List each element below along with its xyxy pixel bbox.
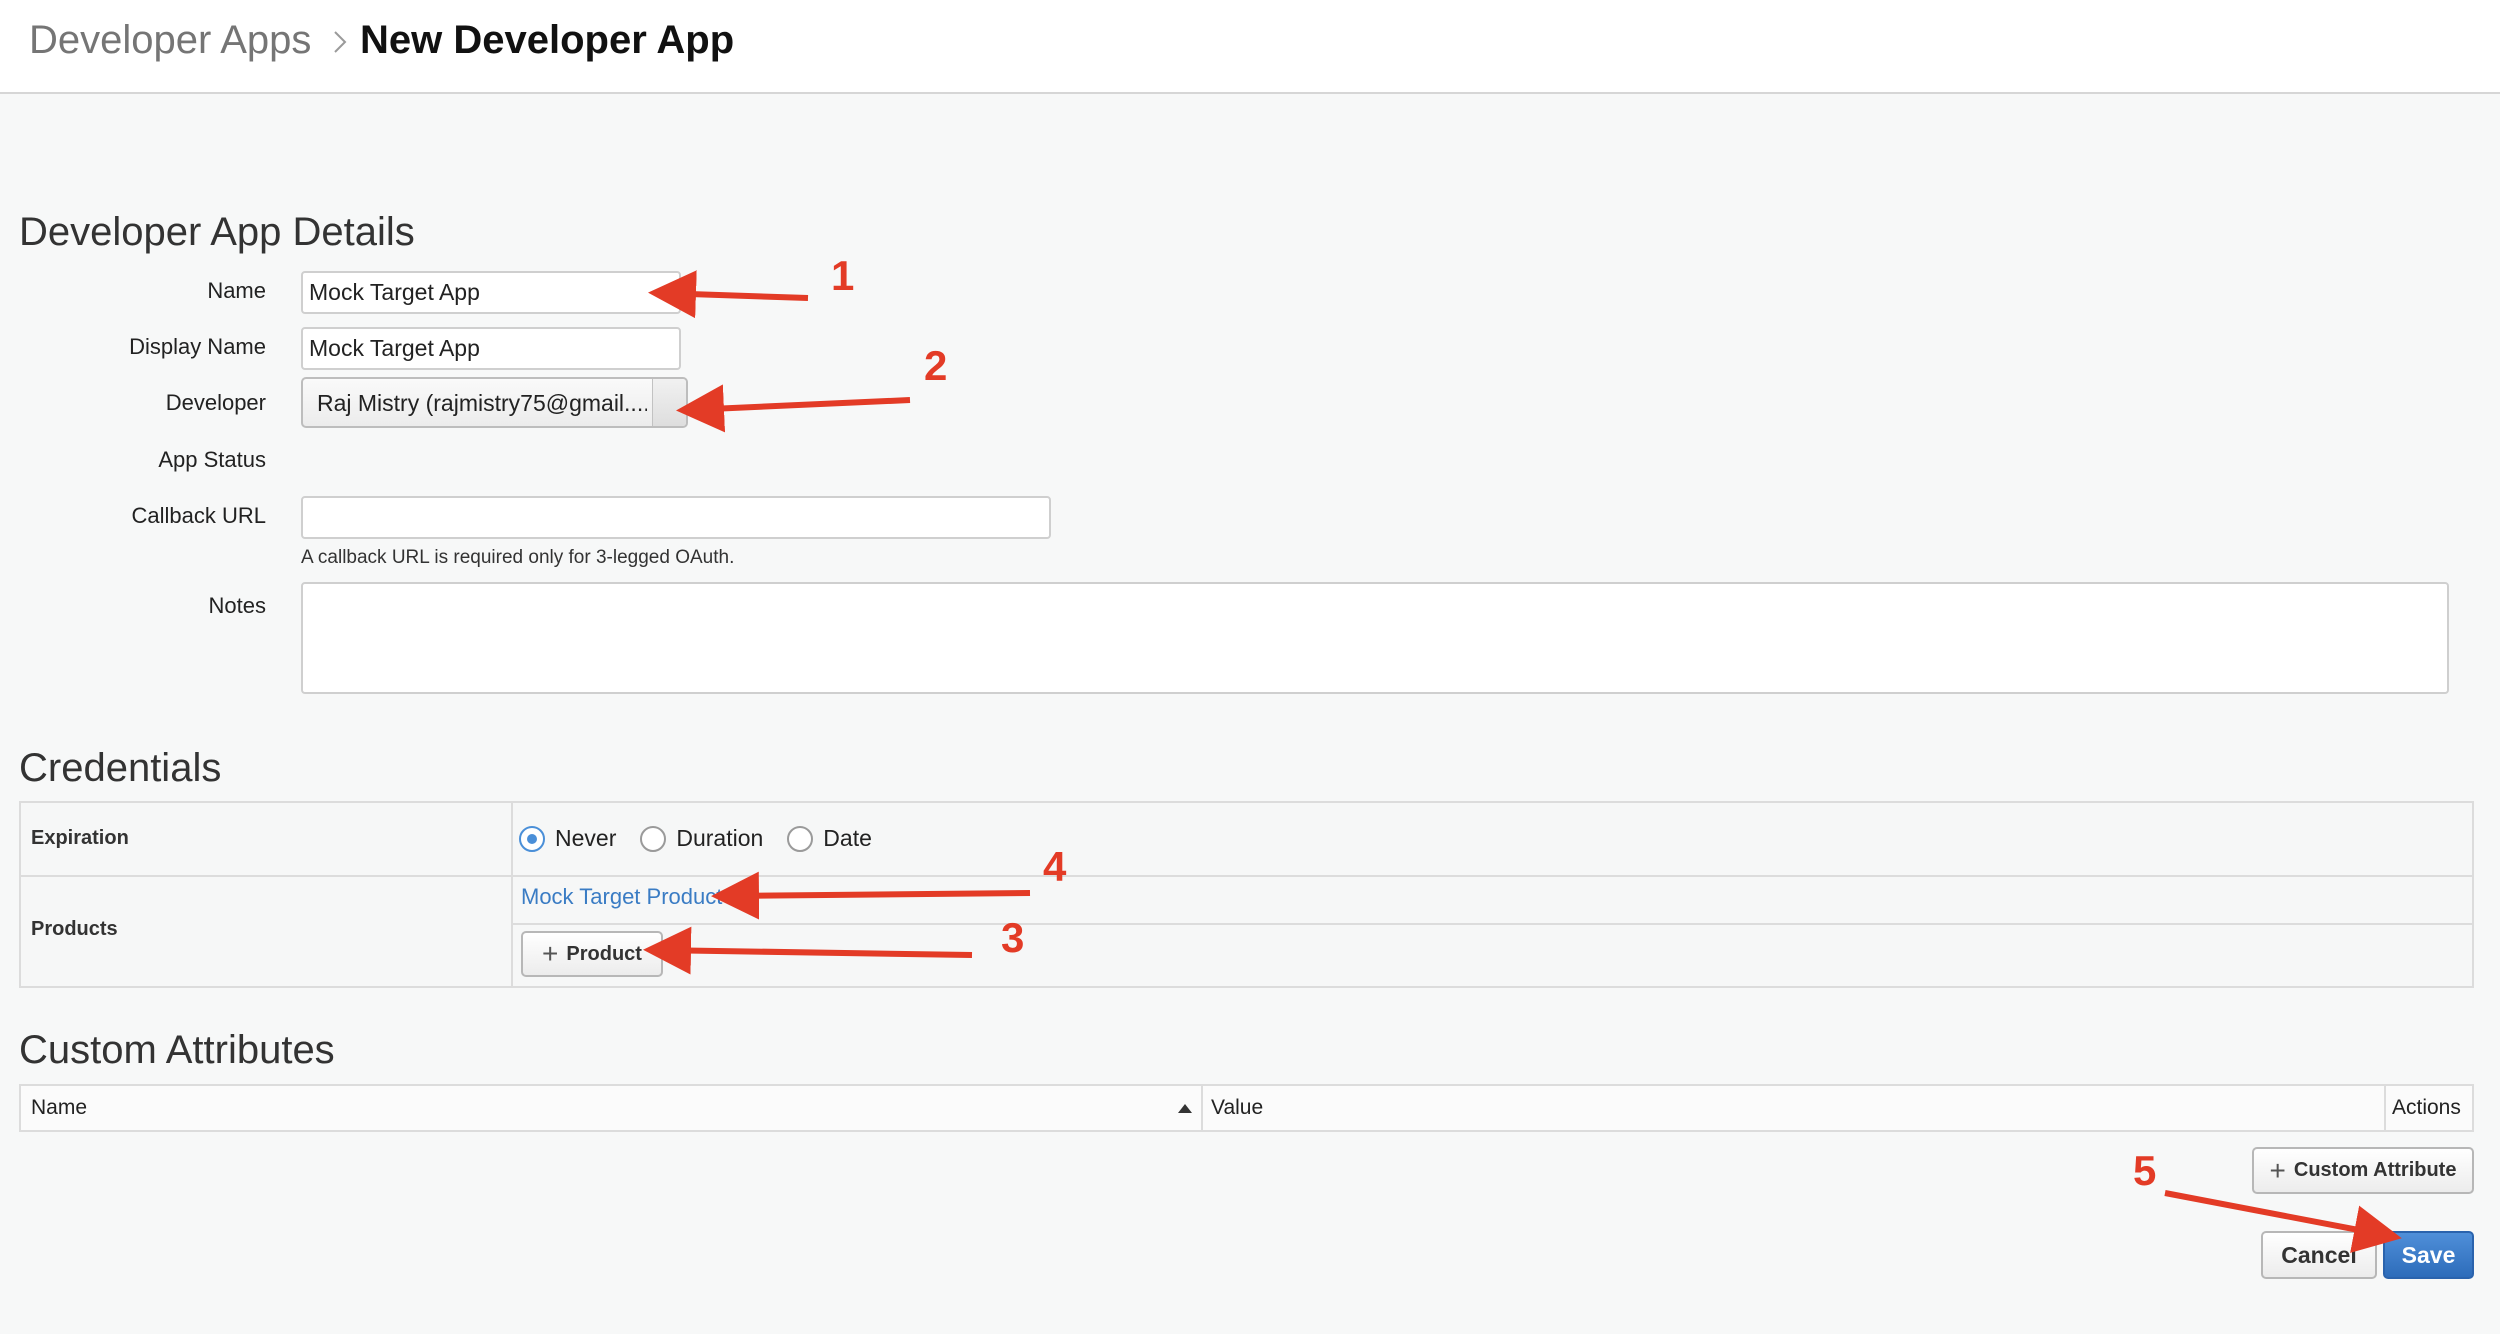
callback-url-input[interactable]	[301, 496, 1051, 539]
divider	[21, 875, 2472, 877]
annotation-number-1: 1	[831, 252, 854, 299]
radio-never[interactable]	[519, 825, 545, 852]
radio-duration[interactable]	[640, 825, 667, 852]
divider	[1201, 1086, 1203, 1130]
developer-select-value: Raj Mistry (rajmistry75@gmail....	[317, 390, 647, 416]
annotation-number-2: 2	[924, 342, 947, 389]
name-label: Name	[207, 278, 266, 303]
column-header-actions: Actions	[2392, 1096, 2461, 1119]
callback-url-hint: A callback URL is required only for 3-le…	[301, 547, 735, 568]
products-label: Products	[31, 918, 118, 940]
app-status-label: App Status	[158, 447, 266, 472]
radio-never-label[interactable]: Never	[555, 825, 616, 852]
save-button[interactable]: Save	[2383, 1231, 2474, 1279]
add-product-label: Product	[566, 942, 642, 965]
display-name-input[interactable]	[301, 327, 681, 370]
annotation-arrow-5	[2164, 1190, 2402, 1253]
add-custom-attribute-button[interactable]: + Custom Attribute	[2252, 1147, 2474, 1194]
radio-date[interactable]	[787, 825, 814, 852]
mock-target-product-link[interactable]: Mock Target Product	[521, 884, 722, 910]
sort-ascending-icon[interactable]	[1178, 1104, 1192, 1113]
developer-select[interactable]: Raj Mistry (rajmistry75@gmail....	[301, 377, 688, 428]
chevron-right-icon	[334, 31, 347, 53]
custom-attributes-section-title: Custom Attributes	[19, 1028, 335, 1072]
breadcrumb-developer-apps[interactable]: Developer Apps	[29, 18, 311, 63]
expiration-label: Expiration	[31, 827, 129, 849]
annotation-arrow-1	[648, 270, 809, 319]
divider	[511, 803, 513, 986]
display-name-label: Display Name	[129, 334, 266, 359]
plus-icon: +	[542, 938, 559, 969]
notes-textarea[interactable]	[301, 582, 2449, 694]
top-bar: Developer Apps New Developer App	[0, 0, 2500, 94]
plus-icon: +	[2269, 1154, 2286, 1186]
column-header-value[interactable]: Value	[1211, 1096, 1263, 1120]
radio-duration-label[interactable]: Duration	[676, 825, 763, 852]
credentials-section-title: Credentials	[19, 746, 222, 790]
radio-date-label[interactable]: Date	[823, 825, 872, 852]
add-product-button[interactable]: + Product	[521, 931, 663, 977]
custom-attributes-table: Name Value Actions	[19, 1084, 2474, 1132]
credentials-table: Expiration Products Never Duration Date	[19, 801, 2474, 988]
callback-url-label: Callback URL	[131, 503, 267, 528]
divider	[2384, 1086, 2386, 1130]
name-input[interactable]	[301, 271, 681, 314]
dropdown-button[interactable]	[652, 379, 686, 426]
expiration-radio-group: Never Duration Date	[519, 825, 896, 852]
details-section-title: Developer App Details	[19, 210, 415, 254]
notes-label: Notes	[208, 593, 266, 618]
annotation-arrow-2	[676, 384, 911, 433]
cancel-button[interactable]: Cancel	[2261, 1231, 2377, 1279]
annotation-number-5: 5	[2133, 1147, 2156, 1194]
developer-label: Developer	[165, 390, 266, 415]
add-custom-attribute-label: Custom Attribute	[2293, 1159, 2457, 1181]
divider	[513, 923, 2472, 925]
column-header-name[interactable]: Name	[31, 1096, 87, 1120]
page-title: New Developer App	[360, 18, 735, 62]
